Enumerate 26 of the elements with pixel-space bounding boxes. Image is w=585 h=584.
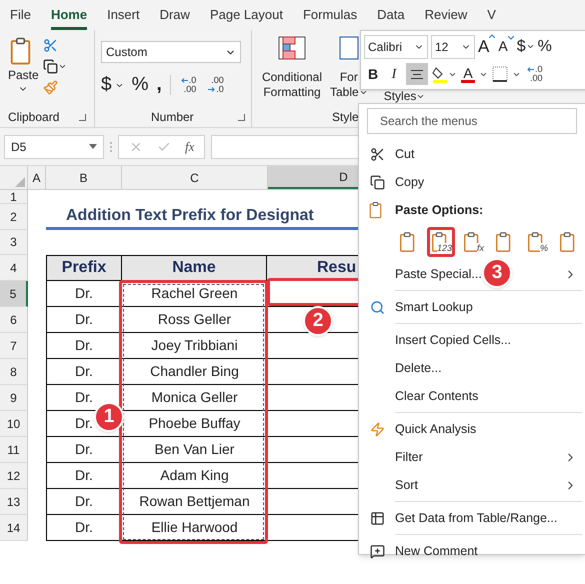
sheet-title: Addition Text Prefix for Designat	[66, 206, 314, 226]
table-cell: Monica Geller	[122, 385, 268, 411]
table-header-cell: Prefix	[46, 255, 122, 281]
table-cell: Rowan Bettjeman	[122, 489, 268, 515]
callout-badge: 2	[303, 306, 333, 336]
table-header-cell: Name	[121, 255, 267, 281]
table-cell: Dr.	[46, 463, 122, 489]
table-cell: Ross Geller	[122, 307, 268, 333]
table-cell: Ben Van Lier	[122, 437, 268, 463]
table-cell: Chandler Bing	[122, 359, 268, 385]
table-cell: Dr.	[46, 307, 122, 333]
group-label: Number	[151, 109, 194, 126]
group-label: Clipboard	[8, 109, 60, 126]
table-cell: Ellie Harwood	[122, 515, 268, 541]
group-label: Style	[332, 109, 359, 126]
table-cell: Dr.	[46, 359, 122, 385]
table-cell: Rachel Green	[122, 281, 268, 307]
table-cell: Dr.	[46, 515, 122, 541]
menu-heading: Paste Options:	[395, 202, 484, 219]
table-cell: Joey Tribbiani	[122, 333, 268, 359]
callout-badge: 1	[94, 402, 124, 432]
table-cell: Dr.	[46, 437, 122, 463]
table-cell: Adam King	[122, 463, 268, 489]
table-cell: Dr.	[46, 333, 122, 359]
table-cell: Dr.	[46, 281, 122, 307]
table-cell: Dr.	[46, 489, 122, 515]
